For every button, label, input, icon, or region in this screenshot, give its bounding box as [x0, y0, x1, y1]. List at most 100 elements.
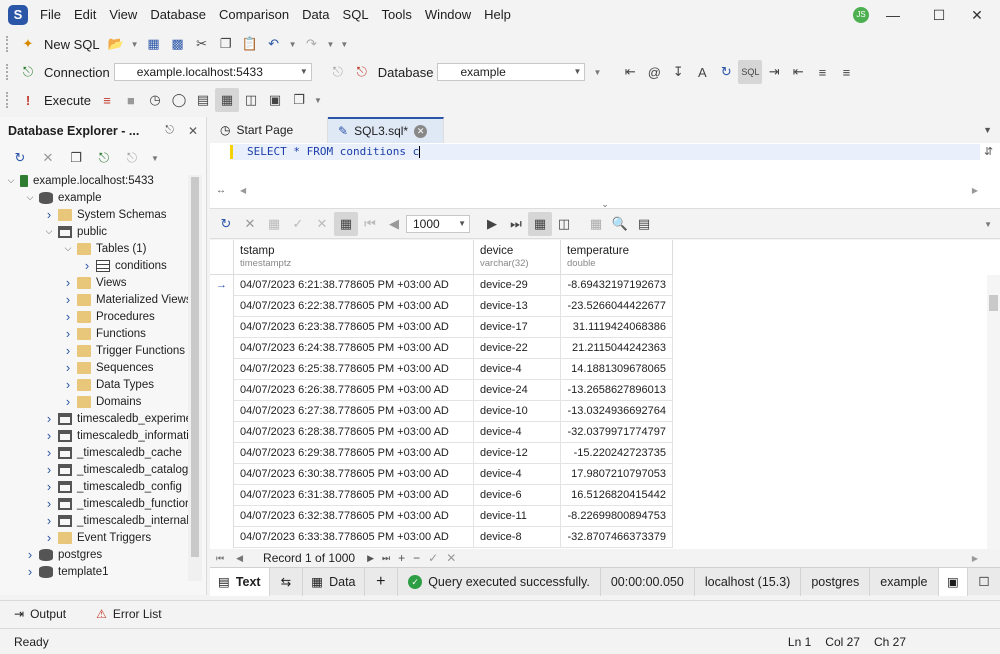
page-size-select[interactable]: 1000 ▼ [406, 215, 470, 233]
next-page-icon[interactable]: ▶ [480, 212, 504, 236]
tree-item[interactable]: › Data Types [0, 376, 200, 393]
chevron-down-icon[interactable]: ▼ [151, 154, 159, 163]
cell-tstamp[interactable]: 04/07/2023 6:30:38.778605 PM +03:00 AD [234, 464, 474, 485]
grid-vscroll-thumb[interactable] [989, 295, 998, 311]
tree-item[interactable]: ⌵ Tables (1) [0, 240, 200, 257]
tab-sql3[interactable]: ✎ SQL3.sql* ✕ [328, 117, 444, 143]
case-icon[interactable]: A [690, 60, 714, 84]
toolbar-grip[interactable] [6, 92, 10, 108]
tree-item[interactable]: › _timescaledb_catalog [0, 461, 200, 478]
tree-item[interactable]: › timescaledb_experime [0, 410, 200, 427]
table-row[interactable]: → 04/07/2023 6:21:38.778605 PM +03:00 AD d… [210, 275, 673, 296]
open-folder-icon[interactable]: 📂 [104, 32, 128, 56]
pin-icon[interactable]: ⎋ [165, 124, 174, 137]
indent-icon[interactable]: ⇥ [762, 60, 786, 84]
sql-mode-icon[interactable]: SQL [738, 60, 763, 84]
column-header-device[interactable]: device varchar(32) [474, 240, 561, 275]
tree-item[interactable]: › Materialized Views [0, 291, 200, 308]
comment-icon[interactable]: ≡ [810, 60, 834, 84]
cell-device[interactable]: device-8 [474, 527, 561, 548]
cell-temperature[interactable]: 17.9807210797053 [561, 464, 673, 485]
outdent-icon[interactable]: ⇤ [786, 60, 810, 84]
cell-tstamp[interactable]: 04/07/2023 6:27:38.778605 PM +03:00 AD [234, 401, 474, 422]
chevron-right-icon[interactable]: › [44, 479, 54, 494]
cell-temperature[interactable]: -32.0379971774797 [561, 422, 673, 443]
table-row[interactable]: 04/07/2023 6:31:38.778605 PM +03:00 AD de… [210, 485, 673, 506]
outline-icon[interactable]: ↧ [666, 60, 690, 84]
grid-mode-icon[interactable]: ▦ [334, 212, 358, 236]
table-row[interactable]: 04/07/2023 6:23:38.778605 PM +03:00 AD de… [210, 317, 673, 338]
row-header[interactable] [210, 380, 234, 401]
disconnect-icon[interactable]: ⎋ [350, 60, 374, 84]
layout-bottom-button[interactable]: ▣ [938, 567, 969, 596]
close-button[interactable]: ✕ [954, 0, 1000, 30]
cell-device[interactable]: device-4 [474, 359, 561, 380]
search-icon[interactable]: 🔍 [608, 212, 632, 236]
chevron-right-icon[interactable]: › [82, 258, 92, 273]
chevron-right-icon[interactable]: › [25, 547, 35, 562]
cell-temperature[interactable]: 31.1119424068386 [561, 317, 673, 338]
cell-temperature[interactable]: -13.0324936692764 [561, 401, 673, 422]
swap-view-button[interactable]: ⇆ [270, 567, 304, 596]
confirm-record-icon[interactable]: ✓ [428, 551, 438, 565]
column-header-tstamp[interactable]: tstamp timestamptz [234, 240, 474, 275]
last-page-icon[interactable]: ⏭ [504, 212, 528, 236]
row-header[interactable] [210, 506, 234, 527]
last-record-icon[interactable]: ⏭ [382, 553, 390, 564]
menu-view[interactable]: View [109, 0, 144, 30]
new-connection-icon[interactable]: ⎋ [92, 146, 116, 170]
menu-window[interactable]: Window [425, 0, 478, 30]
tree-item[interactable]: › System Schemas [0, 206, 200, 223]
collapse-icon[interactable]: ❐ [64, 146, 88, 170]
row-header[interactable] [210, 296, 234, 317]
chevron-right-icon[interactable]: › [63, 309, 73, 324]
refresh-icon[interactable]: ↻ [8, 146, 32, 170]
tab-text[interactable]: ▤ Text [210, 567, 270, 596]
pivot-icon[interactable]: ▦ [584, 212, 608, 236]
results-grid-icon[interactable]: ▦ [214, 88, 239, 112]
chevron-right-icon[interactable]: › [44, 496, 54, 511]
connect-icon[interactable]: ⎋ [326, 60, 350, 84]
tree-item[interactable]: ⌵ public [0, 223, 200, 240]
save-all-icon[interactable]: ▩ [166, 32, 190, 56]
history-icon[interactable]: ◷ [143, 88, 167, 112]
chevron-right-icon[interactable]: › [44, 462, 54, 477]
cell-tstamp[interactable]: 04/07/2023 6:21:38.778605 PM +03:00 AD [234, 275, 474, 296]
row-header[interactable] [210, 401, 234, 422]
query-builder-icon[interactable]: ◫ [239, 88, 263, 112]
cell-temperature[interactable]: -23.5266044422677 [561, 296, 673, 317]
chevron-down-icon[interactable]: ▼ [593, 68, 601, 77]
chevron-down-icon[interactable]: ▼ [326, 40, 334, 49]
undo-icon[interactable]: ↶ [262, 32, 286, 56]
cell-temperature[interactable]: 21.2115044242363 [561, 338, 673, 359]
tree-item[interactable]: › _timescaledb_internal [0, 512, 200, 529]
row-header[interactable] [210, 422, 234, 443]
cut-icon[interactable]: ✂ [190, 32, 214, 56]
prev-page-icon[interactable]: ◀ [382, 212, 406, 236]
cancel-record-icon[interactable]: ✕ [446, 551, 456, 565]
chevron-down-icon[interactable]: ▼ [984, 220, 992, 229]
tree-item[interactable]: › template1 [0, 563, 200, 580]
chevron-right-icon[interactable]: › [63, 377, 73, 392]
card-view-icon[interactable]: ◫ [552, 212, 576, 236]
chevron-right-icon[interactable]: › [44, 530, 54, 545]
menu-comparison[interactable]: Comparison [219, 0, 296, 30]
cell-temperature[interactable]: -8.69432197192673 [561, 275, 673, 296]
editor-hscroll[interactable]: ↔ ◀ ▶ [210, 183, 1000, 197]
chevron-right-icon[interactable]: › [44, 411, 54, 426]
grid-vscroll[interactable] [987, 275, 1000, 549]
cell-temperature[interactable]: -15.220242723735 [561, 443, 673, 464]
menu-edit[interactable]: Edit [74, 0, 103, 30]
menu-help[interactable]: Help [484, 0, 518, 30]
connection-select[interactable]: example.localhost:5433 ▼ [113, 63, 312, 81]
cell-device[interactable]: device-6 [474, 485, 561, 506]
row-header-corner[interactable] [210, 240, 234, 275]
close-tab-icon[interactable]: ✕ [414, 124, 428, 138]
execute-button[interactable]: Execute [44, 93, 91, 108]
cell-device[interactable]: device-22 [474, 338, 561, 359]
chevron-right-icon[interactable]: › [44, 445, 54, 460]
tree-item[interactable]: › Trigger Functions [0, 342, 200, 359]
database-select[interactable]: example ▼ [437, 63, 586, 81]
menu-tools[interactable]: Tools [382, 0, 419, 30]
chevron-down-icon[interactable]: ⌵ [63, 243, 73, 254]
